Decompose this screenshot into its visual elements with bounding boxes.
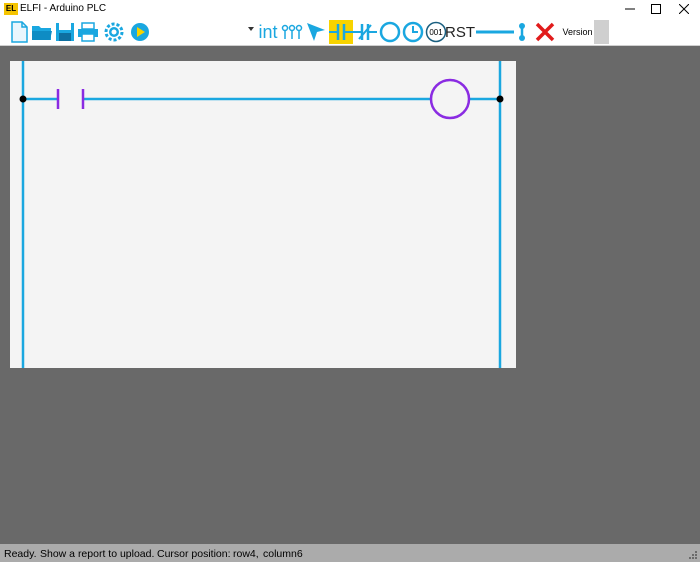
select-tool-button[interactable] (304, 20, 328, 44)
coil-icon (379, 21, 401, 43)
chevron-down-icon (248, 27, 254, 31)
save-icon (56, 23, 74, 41)
save-button[interactable] (54, 20, 76, 44)
status-ready: Ready. (4, 548, 37, 560)
new-file-button[interactable] (9, 20, 29, 44)
toolbar-spacer (594, 20, 609, 44)
title-bar: EL ELFI - Arduino PLC (0, 0, 700, 18)
reset-button[interactable]: RST (445, 20, 475, 44)
app-logo-icon: EL (4, 3, 18, 15)
cursor-row: row4, (233, 548, 259, 560)
delete-button[interactable] (533, 20, 557, 44)
program-select[interactable] (156, 22, 260, 44)
minimize-icon (625, 8, 635, 10)
run-icon (131, 23, 149, 41)
contact-nc-icon (353, 24, 377, 40)
normally-open-contact[interactable] (56, 89, 85, 109)
output-coil[interactable] (429, 78, 471, 120)
version-button[interactable]: Version (561, 20, 594, 44)
new-file-icon (11, 21, 28, 43)
toolbar: int 001 RST Version (0, 18, 700, 46)
counter-label: 001 (429, 28, 443, 37)
normally-closed-contact-button[interactable] (353, 20, 377, 44)
resize-grip-icon[interactable] (688, 550, 698, 560)
wire-icon (476, 30, 514, 34)
status-message: Show a report to upload. (40, 548, 155, 560)
coil-button[interactable] (379, 20, 401, 44)
io-pins-icon (281, 24, 303, 39)
int-label: int (258, 21, 278, 42)
cursor-column: column6 (263, 548, 303, 560)
maximize-button[interactable] (642, 0, 670, 18)
window-title: ELFI - Arduino PLC (20, 3, 107, 14)
delete-icon (535, 22, 555, 42)
close-window-button[interactable] (670, 0, 698, 18)
maximize-icon (651, 4, 661, 14)
integer-variable-button[interactable]: int (256, 20, 280, 44)
settings-gear-icon (104, 22, 124, 42)
cursor-position-label: Cursor position: (157, 548, 231, 560)
minimize-button[interactable] (616, 0, 644, 18)
vertical-link-button[interactable] (514, 20, 530, 44)
settings-button[interactable] (103, 20, 125, 44)
open-folder-icon (32, 26, 52, 40)
counter-button[interactable]: 001 (425, 20, 447, 44)
normally-open-contact-button[interactable] (329, 20, 353, 44)
io-pins-button[interactable] (281, 20, 303, 44)
open-file-button[interactable] (31, 20, 53, 44)
ladder-diagram (19, 61, 504, 368)
rst-label: RST (445, 23, 475, 41)
print-icon (78, 22, 98, 42)
counter-icon: 001 (425, 21, 447, 43)
print-button[interactable] (77, 20, 99, 44)
timer-button[interactable] (402, 20, 424, 44)
timer-icon (402, 21, 424, 43)
contact-no-icon (329, 24, 353, 40)
right-node-dot (496, 95, 504, 103)
close-icon (679, 4, 689, 14)
left-node-dot (19, 95, 27, 103)
status-bar: Ready. Show a report to upload. Cursor p… (0, 544, 700, 562)
select-arrow-icon (307, 23, 325, 41)
run-button[interactable] (129, 20, 151, 44)
horizontal-wire-button[interactable] (475, 20, 515, 44)
ladder-canvas[interactable] (10, 61, 516, 368)
vertical-link-icon (519, 23, 525, 41)
